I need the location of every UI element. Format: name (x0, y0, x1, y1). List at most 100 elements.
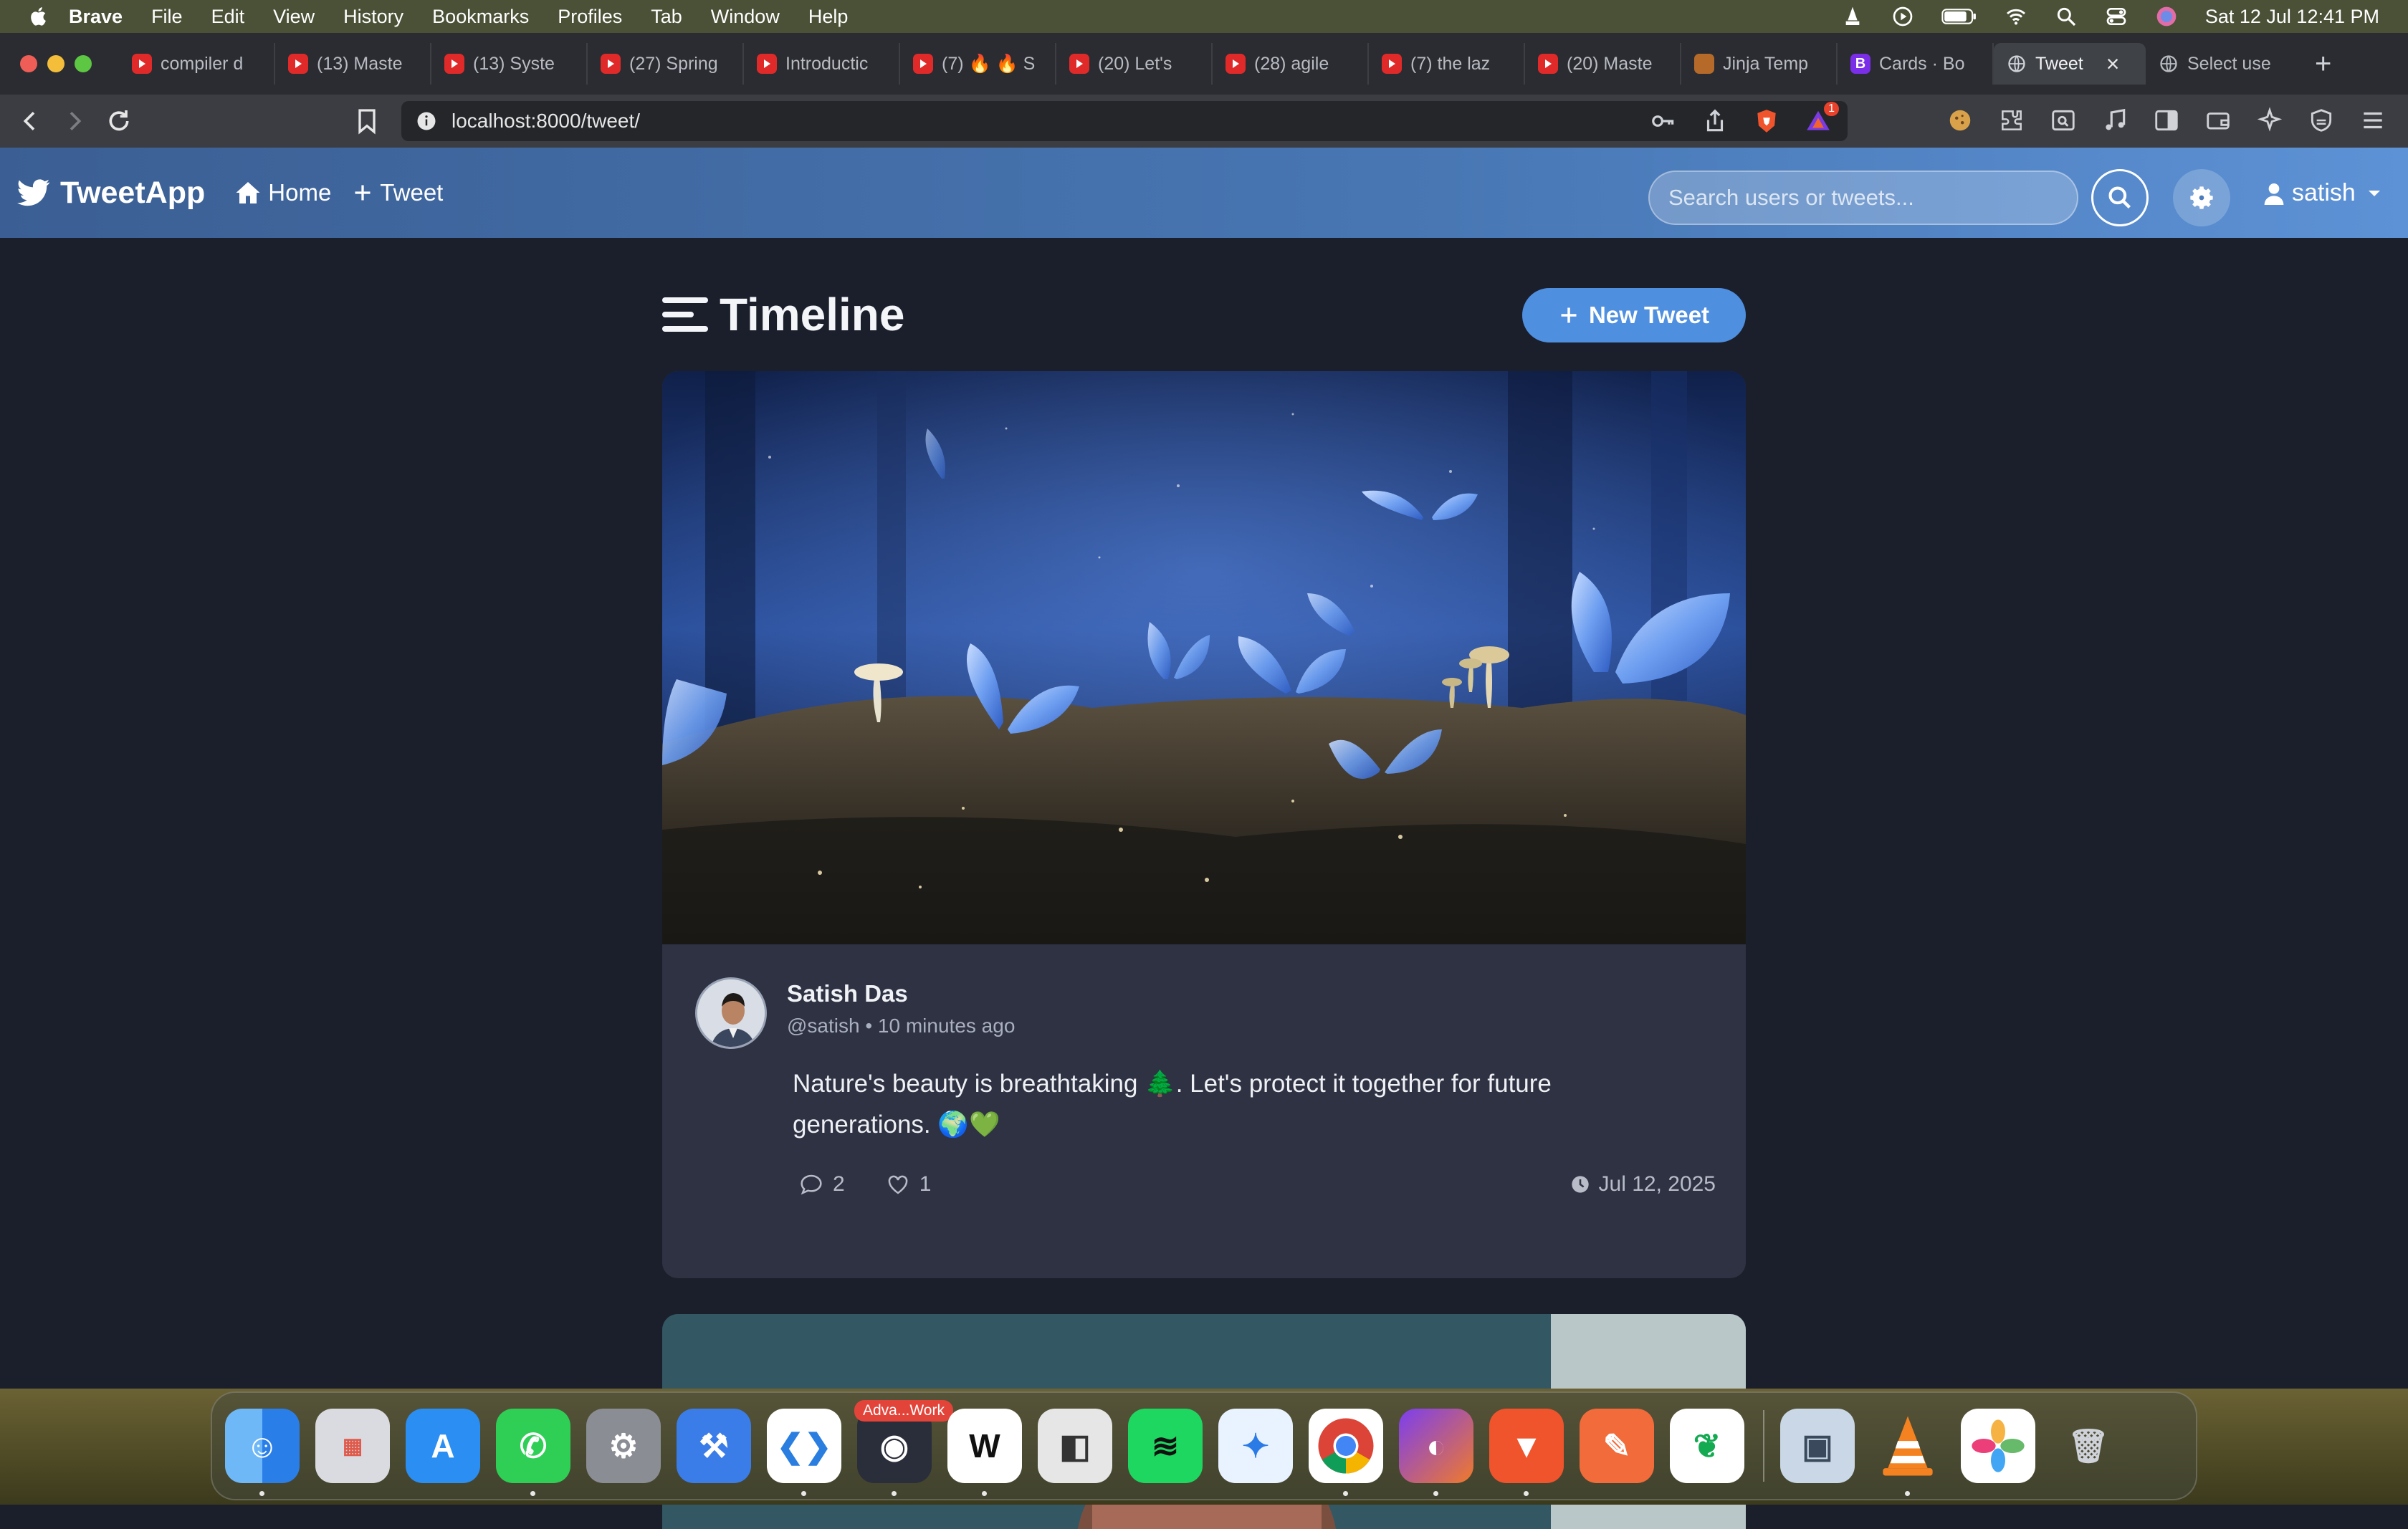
like-button[interactable]: 1 (887, 1172, 931, 1197)
brave-app-icon[interactable]: ▼ (1489, 1409, 1564, 1496)
spotify-app-icon[interactable]: ≋ (1128, 1409, 1203, 1483)
browser-tab[interactable]: B Cards · Bo (1838, 43, 1994, 85)
wifi-icon[interactable] (2005, 5, 2027, 28)
close-window-button[interactable] (20, 55, 37, 72)
bootstrap-icon: B (1850, 54, 1870, 74)
vpn-shield-icon[interactable] (2308, 107, 2335, 134)
browser-tab[interactable]: Select use (2146, 43, 2296, 85)
vlc-status-icon[interactable] (1841, 5, 1864, 28)
apple-logo-icon[interactable] (29, 6, 50, 27)
user-menu-dropdown[interactable]: satish (2263, 179, 2381, 207)
menu-bookmarks[interactable]: Bookmarks (432, 6, 529, 28)
nav-home-link[interactable]: Home (235, 179, 331, 206)
sidebar-icon[interactable] (2153, 107, 2180, 134)
menu-window[interactable]: Window (711, 6, 780, 28)
close-tab-icon[interactable]: × (2106, 51, 2120, 77)
browser-tab[interactable]: Introductic (744, 43, 900, 85)
menu-edit[interactable]: Edit (211, 6, 245, 28)
hamburger-menu-icon[interactable] (2359, 107, 2386, 134)
comment-button[interactable]: 2 (800, 1172, 845, 1197)
browser-tab[interactable]: (13) Syste (431, 43, 588, 85)
menu-file[interactable]: File (151, 6, 183, 28)
firefox-app-icon[interactable]: ◐ (1399, 1409, 1473, 1496)
browser-tab[interactable]: (28) agile (1213, 43, 1369, 85)
spotlight-search-icon[interactable] (2055, 5, 2078, 28)
globe-icon (2008, 55, 2025, 72)
address-bar[interactable]: localhost:8000/tweet/ 1 (401, 101, 1848, 141)
trash-app-icon[interactable]: 🗑 (2051, 1409, 2126, 1483)
url-text[interactable]: localhost:8000/tweet/ (452, 110, 640, 133)
chrome-app-icon[interactable] (1309, 1409, 1383, 1496)
menu-app-name[interactable]: Brave (69, 6, 123, 28)
whatsapp-app-icon[interactable]: ✆ (496, 1409, 570, 1496)
tweet-image-butterflies-mushrooms[interactable] (662, 371, 1746, 944)
browser-tab[interactable]: (7) the laz (1369, 43, 1525, 85)
new-tweet-button[interactable]: New Tweet (1522, 288, 1746, 342)
reader-mode-icon[interactable] (2050, 107, 2077, 134)
minimize-window-button[interactable] (47, 55, 64, 72)
menu-view[interactable]: View (273, 6, 315, 28)
mongodb-compass-app-icon[interactable]: ❦ (1670, 1409, 1744, 1483)
parallels-app-icon[interactable]: ◧ (1038, 1409, 1112, 1483)
youtube-icon (1382, 54, 1402, 74)
xcode-app-icon[interactable]: ⚒ (677, 1409, 751, 1483)
youtube-icon (757, 54, 777, 74)
menu-tab[interactable]: Tab (651, 6, 682, 28)
zoom-window-button[interactable] (75, 55, 92, 72)
author-name[interactable]: Satish Das (787, 980, 1015, 1007)
control-center-icon[interactable] (2105, 5, 2128, 28)
tweet-card[interactable]: Satish Das @satish • 10 minutes ago Natu… (662, 371, 1746, 1278)
browser-tab[interactable]: (20) Let's (1056, 43, 1213, 85)
browser-tab[interactable]: (20) Maste (1525, 43, 1681, 85)
site-info-icon[interactable] (416, 110, 437, 132)
menubar-clock[interactable]: Sat 12 Jul 12:41 PM (2205, 6, 2379, 28)
menu-history[interactable]: History (343, 6, 403, 28)
browser-tab[interactable]: Jinja Temp (1681, 43, 1838, 85)
brave-rewards[interactable]: 1 (1805, 102, 1839, 135)
menu-profiles[interactable]: Profiles (558, 6, 622, 28)
vscode-app-icon[interactable]: ❮❯ (767, 1409, 841, 1496)
share-icon[interactable] (1701, 107, 1729, 135)
browser-tab[interactable]: (13) Maste (275, 43, 431, 85)
photos-app-icon[interactable] (1961, 1409, 2035, 1483)
battery-icon[interactable] (1941, 5, 1977, 28)
nav-tweet-link[interactable]: Tweet (353, 179, 443, 206)
back-arrow-icon[interactable] (16, 107, 44, 135)
search-button[interactable] (2091, 169, 2149, 226)
advanced-work-app-icon[interactable]: ◉ Adva...Work (854, 1400, 953, 1496)
play-status-icon[interactable] (1891, 5, 1914, 28)
theme-toggle-button[interactable] (2173, 169, 2230, 226)
brave-shields-icon[interactable] (1753, 107, 1780, 135)
system-settings-app-icon[interactable]: ⚙ (586, 1409, 661, 1483)
postman-app-icon[interactable]: ✎ (1580, 1409, 1654, 1483)
preview-app-icon[interactable]: ▣ (1780, 1409, 1855, 1483)
avatar[interactable] (695, 977, 767, 1049)
leo-ai-icon[interactable] (2256, 107, 2283, 134)
browser-tab[interactable]: (7) 🔥 🔥 S (900, 43, 1056, 85)
music-note-icon[interactable] (2101, 107, 2128, 134)
launchpad-app-icon[interactable]: ▦ (315, 1409, 390, 1483)
wallet-icon[interactable] (2204, 107, 2232, 134)
brand-link[interactable]: TweetApp (17, 176, 205, 211)
app-store-app-icon[interactable]: A (406, 1409, 480, 1483)
safari-app-icon[interactable]: ✦ (1218, 1409, 1293, 1483)
nav-tweet-label: Tweet (380, 179, 444, 206)
siri-icon[interactable] (2155, 5, 2178, 28)
cookie-icon[interactable] (1946, 107, 1974, 134)
menu-help[interactable]: Help (808, 6, 849, 28)
forward-arrow-icon[interactable] (60, 107, 89, 135)
wispr-app-icon[interactable]: W (947, 1409, 1022, 1496)
new-tab-button[interactable]: + (2315, 48, 2331, 80)
extensions-icon[interactable] (1998, 107, 2025, 134)
browser-tab[interactable]: compiler d (119, 43, 275, 85)
finder-app-icon[interactable]: ☺ (225, 1409, 300, 1496)
browser-tab[interactable]: (27) Spring (588, 43, 744, 85)
vlc-app-icon[interactable] (1870, 1409, 1945, 1496)
bookmark-icon[interactable] (353, 107, 381, 135)
tab-title: Jinja Temp (1723, 53, 1809, 74)
browser-tab-active[interactable]: Tweet × (1994, 43, 2146, 85)
key-icon[interactable] (1650, 107, 1677, 135)
search-input[interactable] (1648, 171, 2078, 225)
youtube-icon (444, 54, 464, 74)
reload-icon[interactable] (105, 107, 133, 135)
